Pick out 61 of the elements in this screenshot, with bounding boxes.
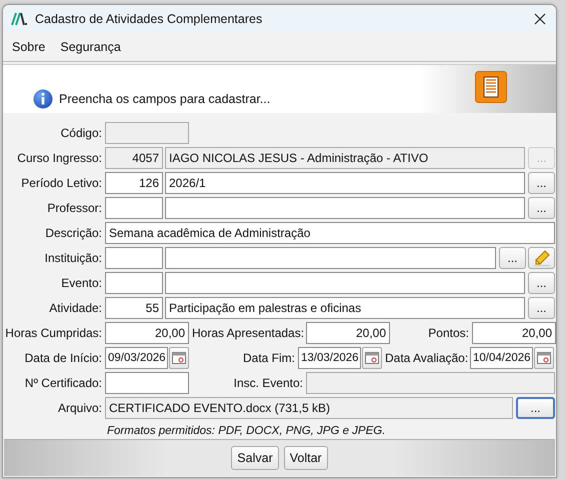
pencil-icon xyxy=(532,250,550,266)
text-field[interactable] xyxy=(165,197,525,219)
browse-button[interactable]: ... xyxy=(528,272,555,294)
field-label: Evento: xyxy=(60,276,102,290)
app-logo-icon xyxy=(11,12,27,26)
field-label: Descrição: xyxy=(44,226,102,240)
date-field[interactable]: 09/03/2026 xyxy=(105,347,168,369)
code-field[interactable] xyxy=(105,272,163,294)
text-field[interactable] xyxy=(105,372,189,394)
instruction-text: Preencha os campos para cadastrar... xyxy=(59,92,270,106)
browse-button[interactable]: ... xyxy=(528,297,555,319)
text-field[interactable] xyxy=(165,272,525,294)
date-field[interactable]: 10/04/2026 xyxy=(470,347,533,369)
field-label: Arquivo: xyxy=(56,401,102,415)
field-label: Professor: xyxy=(46,201,102,215)
calendar-icon xyxy=(172,352,186,364)
number-field[interactable]: 20,00 xyxy=(472,322,556,344)
field-label: Curso Ingresso: xyxy=(16,151,102,165)
field-label: Atividade: xyxy=(48,301,102,315)
edit-button[interactable] xyxy=(528,247,555,269)
calendar-icon xyxy=(365,352,379,364)
number-field[interactable]: 20,00 xyxy=(105,322,189,344)
browse-button[interactable]: ... xyxy=(516,397,555,419)
browse-button[interactable]: ... xyxy=(528,172,555,194)
text-field[interactable]: 2026/1 xyxy=(165,172,525,194)
text-field[interactable]: Participação em palestras e oficinas xyxy=(165,297,525,319)
field-label: Horas Apresentadas: xyxy=(192,326,303,340)
browse-button[interactable]: ... xyxy=(499,247,526,269)
file-field[interactable]: CERTIFICADO EVENTO.docx (731,5 kB) xyxy=(105,397,513,419)
text-field[interactable] xyxy=(165,247,496,269)
browse-button[interactable]: ... xyxy=(528,197,555,219)
calendar-button[interactable] xyxy=(534,347,554,369)
field-label: Período Letivo: xyxy=(20,176,102,190)
field-label: Pontos: xyxy=(427,326,469,340)
date-field[interactable]: 13/03/2026 xyxy=(298,347,361,369)
field-label: Instituição: xyxy=(44,251,102,265)
text-field[interactable]: Semana acadêmica de Administração xyxy=(105,222,555,244)
menu-item[interactable]: Segurança xyxy=(60,40,121,54)
code-field[interactable]: 55 xyxy=(105,297,163,319)
info-icon xyxy=(33,89,53,109)
field-label: Horas Cumpridas: xyxy=(4,326,102,340)
window-title: Cadastro de Atividades Complementares xyxy=(35,12,264,26)
calendar-button[interactable] xyxy=(362,347,382,369)
code-field[interactable]: 126 xyxy=(105,172,163,194)
close-icon[interactable] xyxy=(534,13,546,25)
field-label: Insc. Evento: xyxy=(232,376,303,390)
document-icon xyxy=(475,71,507,103)
action-button[interactable]: Salvar xyxy=(231,446,279,470)
field-label: Código: xyxy=(60,126,102,140)
code-field[interactable] xyxy=(105,247,163,269)
action-button[interactable]: Voltar xyxy=(284,446,328,470)
field-label: Data Fim: xyxy=(242,351,295,365)
calendar-button[interactable] xyxy=(169,347,189,369)
code-field[interactable] xyxy=(105,197,163,219)
menu-item[interactable]: Sobre xyxy=(12,40,46,54)
field-label: Data de Início: xyxy=(24,351,102,365)
field-label: Data Avaliação: xyxy=(385,351,467,365)
calendar-icon xyxy=(537,352,551,364)
field-label: Nº Certificado: xyxy=(24,376,102,390)
hint-text: Formatos permitidos: PDF, DOCX, PNG, JPG e JPEG. xyxy=(106,425,386,437)
number-field[interactable]: 20,00 xyxy=(306,322,390,344)
